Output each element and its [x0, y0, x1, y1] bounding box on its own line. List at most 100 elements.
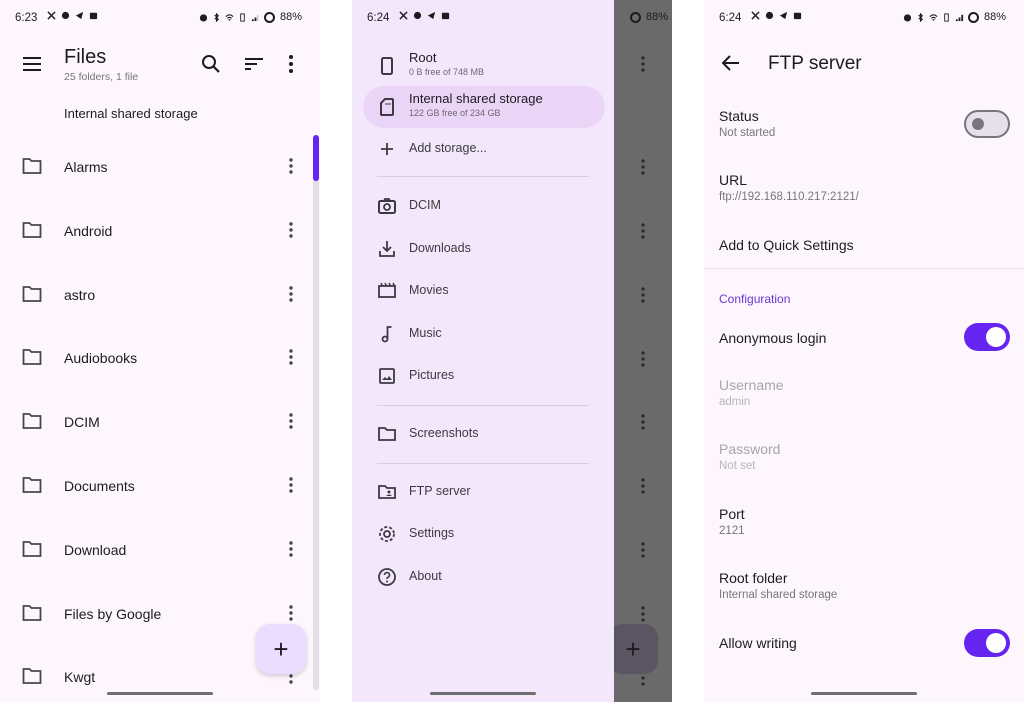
more-vert-icon[interactable] [282, 410, 300, 432]
menu-icon[interactable] [20, 52, 44, 76]
folder-icon [22, 285, 42, 303]
allow-writing-toggle[interactable] [964, 629, 1010, 657]
wifi-icon [225, 13, 234, 22]
drawer-item-dcim[interactable]: DCIM [363, 185, 605, 227]
file-name: Documents [64, 477, 135, 494]
battery-percent: 88% [983, 11, 1006, 23]
app-bar: Files 25 folders, 1 file [0, 40, 320, 100]
download-icon [377, 239, 397, 259]
folder-icon [22, 476, 42, 494]
music-note-icon [377, 324, 397, 344]
notification-dot-icon [61, 11, 70, 20]
signal-icon [251, 13, 260, 22]
anonymous-login-toggle[interactable] [964, 323, 1010, 351]
x-app-icon [751, 11, 760, 20]
gear-icon [377, 524, 397, 544]
search-icon[interactable] [199, 52, 223, 76]
alarm-icon [903, 13, 912, 22]
divider [377, 176, 589, 177]
battery-icon [263, 11, 275, 23]
file-row[interactable]: astro [0, 263, 320, 327]
scrollbar-track[interactable] [313, 135, 319, 690]
divider [377, 463, 589, 464]
file-row[interactable]: Documents [0, 454, 320, 518]
root-folder-preference[interactable]: Root folder Internal shared storage [719, 570, 1010, 601]
dimmed-more-vert-icon [640, 541, 646, 559]
app-bar: FTP server [704, 40, 1024, 92]
navigation-drawer: 6:24 Root 0 B free of 748 MB Internal sh… [352, 0, 614, 702]
pref-title: Username [719, 377, 784, 393]
pref-summary: Internal shared storage [719, 589, 838, 601]
file-row[interactable]: DCIM [0, 390, 320, 454]
username-preference: Username admin [719, 377, 1010, 408]
port-preference[interactable]: Port 2121 [719, 506, 1010, 537]
drawer-item-movies[interactable]: Movies [363, 270, 605, 312]
pref-title: Add to Quick Settings [719, 237, 854, 253]
battery-icon [629, 11, 641, 23]
back-arrow-icon[interactable] [720, 52, 742, 74]
sort-icon[interactable] [242, 52, 266, 76]
drawer-item-about[interactable]: About [363, 556, 605, 598]
drawer-item-label: Music [409, 326, 442, 340]
add-quick-settings-preference[interactable]: Add to Quick Settings [719, 237, 1010, 253]
image-icon [377, 366, 397, 386]
drawer-item-downloads[interactable]: Downloads [363, 228, 605, 270]
status-bar: 6:24 88% [704, 0, 1024, 36]
telegram-icon [779, 11, 788, 20]
drawer-item-internal-storage[interactable]: Internal shared storage 122 GB free of 2… [363, 86, 605, 128]
drawer-item-root[interactable]: Root 0 B free of 748 MB [363, 45, 605, 87]
dimmed-more-vert-icon [640, 55, 646, 73]
storage-free-text: 0 B free of 748 MB [409, 67, 485, 77]
dimmed-more-vert-icon [640, 286, 646, 304]
file-row[interactable]: Download [0, 518, 320, 582]
more-vert-icon[interactable] [279, 52, 303, 76]
folder-icon [22, 667, 42, 685]
file-name: DCIM [64, 414, 100, 431]
drawer-item-music[interactable]: Music [363, 313, 605, 355]
gesture-bar [430, 692, 536, 695]
drawer-item-screenshots[interactable]: Screenshots [363, 413, 605, 455]
phone-icon [377, 56, 397, 76]
breadcrumb[interactable]: Internal shared storage [64, 106, 198, 121]
drawer-item-label: Downloads [409, 241, 471, 255]
battery-percent: 88% [645, 11, 668, 23]
file-name: astro [64, 286, 96, 303]
battery-icon [967, 11, 979, 23]
help-icon [377, 567, 397, 587]
more-vert-icon[interactable] [282, 219, 300, 241]
drawer-item-label: About [409, 569, 442, 583]
drawer-item-label: FTP server [409, 484, 471, 498]
file-row[interactable]: Audiobooks [0, 326, 320, 390]
drawer-item-settings[interactable]: Settings [363, 513, 605, 555]
toggle-knob [972, 118, 984, 130]
volte-icon [942, 12, 951, 22]
more-vert-icon[interactable] [282, 346, 300, 368]
files-screen: 6:23 88% Files 25 folders, 1 file Intern… [0, 0, 320, 702]
scrollbar-thumb[interactable] [313, 135, 319, 181]
more-vert-icon[interactable] [282, 538, 300, 560]
password-preference: Password Not set [719, 441, 1010, 472]
dimmed-more-vert-icon [640, 350, 646, 368]
drawer-item-pictures[interactable]: Pictures [363, 355, 605, 397]
more-vert-icon[interactable] [282, 602, 300, 624]
drawer-item-ftp-server[interactable]: FTP server [363, 471, 605, 513]
file-row[interactable]: Alarms [0, 135, 320, 199]
sd-card-icon [377, 97, 397, 117]
gesture-bar [107, 692, 213, 695]
file-name: Download [64, 541, 127, 558]
more-vert-icon[interactable] [282, 474, 300, 496]
more-vert-icon[interactable] [282, 283, 300, 305]
drawer-item-label: Pictures [409, 368, 455, 382]
wifi-icon [929, 13, 938, 22]
server-status-toggle[interactable] [964, 110, 1010, 138]
pref-summary: 2121 [719, 525, 745, 537]
status-time: 6:23 [15, 12, 38, 24]
folder-icon [22, 540, 42, 558]
scrim[interactable] [614, 0, 672, 702]
add-fab-button[interactable]: + [256, 624, 306, 674]
file-row[interactable]: Android [0, 199, 320, 263]
telegram-icon [75, 11, 84, 20]
add-storage-button[interactable]: Add storage... [363, 128, 605, 170]
more-vert-icon[interactable] [282, 155, 300, 177]
url-preference[interactable]: URL ftp://192.168.110.217:2121/ [719, 172, 1010, 203]
